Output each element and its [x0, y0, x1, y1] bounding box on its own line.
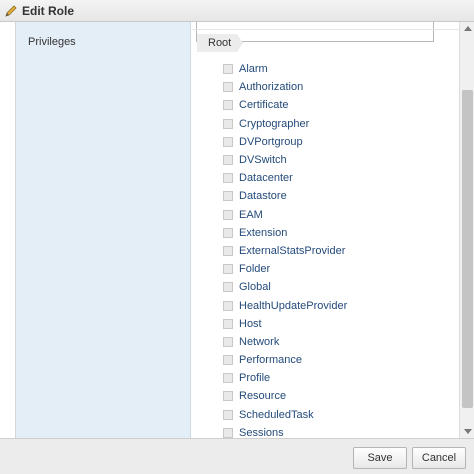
- privilege-checkbox[interactable]: [223, 155, 233, 166]
- privilege-checkbox[interactable]: [223, 118, 233, 129]
- privilege-checkbox[interactable]: [223, 318, 233, 329]
- privilege-item: Performance: [223, 351, 347, 369]
- privilege-item: Cryptographer: [223, 115, 347, 133]
- privilege-label[interactable]: Datacenter: [239, 172, 293, 184]
- privileges-label: Privileges: [28, 36, 76, 48]
- label-column: Privileges: [16, 22, 191, 438]
- privilege-label[interactable]: Host: [239, 318, 262, 330]
- privilege-item: Authorization: [223, 78, 347, 96]
- privilege-item: HealthUpdateProvider: [223, 296, 347, 314]
- privilege-item: EAM: [223, 206, 347, 224]
- scroll-up-arrow-icon[interactable]: [464, 26, 472, 31]
- cancel-button[interactable]: Cancel: [412, 447, 466, 469]
- privilege-label[interactable]: EAM: [239, 209, 263, 221]
- scroll-down-arrow-icon[interactable]: [464, 429, 472, 434]
- privilege-label[interactable]: Resource: [239, 390, 286, 402]
- privilege-checkbox[interactable]: [223, 209, 233, 220]
- privilege-item: DVPortgroup: [223, 133, 347, 151]
- privilege-item: Folder: [223, 260, 347, 278]
- privilege-checkbox[interactable]: [223, 136, 233, 147]
- dialog-footer: Save Cancel: [0, 438, 474, 474]
- privilege-label[interactable]: Extension: [239, 227, 287, 239]
- privilege-item: DVSwitch: [223, 151, 347, 169]
- privilege-checkbox[interactable]: [223, 409, 233, 420]
- privilege-label[interactable]: Global: [239, 281, 271, 293]
- privilege-item: Network: [223, 333, 347, 351]
- privilege-checkbox[interactable]: [223, 427, 233, 438]
- save-button[interactable]: Save: [353, 447, 407, 469]
- privilege-checkbox[interactable]: [223, 282, 233, 293]
- breadcrumb-root[interactable]: Root: [197, 34, 243, 52]
- privilege-item: ExternalStatsProvider: [223, 242, 347, 260]
- privilege-checkbox[interactable]: [223, 227, 233, 238]
- privilege-item: Host: [223, 315, 347, 333]
- privilege-item: Alarm: [223, 60, 347, 78]
- privilege-label[interactable]: DVSwitch: [239, 154, 287, 166]
- privilege-checkbox[interactable]: [223, 300, 233, 311]
- privilege-item: Certificate: [223, 96, 347, 114]
- privilege-item: Sessions: [223, 424, 347, 438]
- privilege-label[interactable]: Sessions: [239, 427, 284, 438]
- privilege-list: Alarm Authorization Certificate Cryptogr…: [223, 60, 347, 438]
- privilege-label[interactable]: Alarm: [239, 63, 268, 75]
- privilege-label[interactable]: Authorization: [239, 81, 303, 93]
- privilege-checkbox[interactable]: [223, 373, 233, 384]
- privilege-item: ScheduledTask: [223, 406, 347, 424]
- privilege-checkbox[interactable]: [223, 82, 233, 93]
- privilege-label[interactable]: Profile: [239, 372, 270, 384]
- privilege-item: Datastore: [223, 187, 347, 205]
- privilege-checkbox[interactable]: [223, 245, 233, 256]
- privilege-checkbox[interactable]: [223, 191, 233, 202]
- privilege-checkbox[interactable]: [223, 64, 233, 75]
- privilege-label[interactable]: ExternalStatsProvider: [239, 245, 345, 257]
- privilege-label[interactable]: Network: [239, 336, 279, 348]
- privilege-checkbox[interactable]: [223, 173, 233, 184]
- privilege-label[interactable]: Cryptographer: [239, 118, 309, 130]
- divider: [192, 29, 459, 30]
- privilege-checkbox[interactable]: [223, 355, 233, 366]
- privilege-checkbox[interactable]: [223, 391, 233, 402]
- dialog-title: Edit Role: [22, 3, 75, 18]
- privilege-item: Global: [223, 278, 347, 296]
- privilege-label[interactable]: ScheduledTask: [239, 409, 314, 421]
- privilege-checkbox[interactable]: [223, 100, 233, 111]
- title-bar: Edit Role: [0, 0, 474, 22]
- privilege-item: Extension: [223, 224, 347, 242]
- privilege-label[interactable]: Datastore: [239, 190, 287, 202]
- privilege-checkbox[interactable]: [223, 336, 233, 347]
- privilege-label[interactable]: DVPortgroup: [239, 136, 303, 148]
- privilege-label[interactable]: Performance: [239, 354, 302, 366]
- pencil-icon: [4, 4, 18, 18]
- privilege-label[interactable]: Folder: [239, 263, 270, 275]
- privilege-item: Resource: [223, 387, 347, 405]
- privilege-checkbox[interactable]: [223, 264, 233, 275]
- privileges-tree-panel: Root Alarm Authorization Certificate Cry…: [192, 22, 459, 438]
- dialog-body: Privileges Root Alarm Authorization Cert…: [15, 22, 474, 438]
- privilege-item: Profile: [223, 369, 347, 387]
- privilege-item: Datacenter: [223, 169, 347, 187]
- privilege-label[interactable]: Certificate: [239, 99, 289, 111]
- scrollbar-thumb[interactable]: [462, 90, 473, 408]
- privilege-label[interactable]: HealthUpdateProvider: [239, 300, 347, 312]
- vertical-scrollbar[interactable]: [459, 22, 474, 438]
